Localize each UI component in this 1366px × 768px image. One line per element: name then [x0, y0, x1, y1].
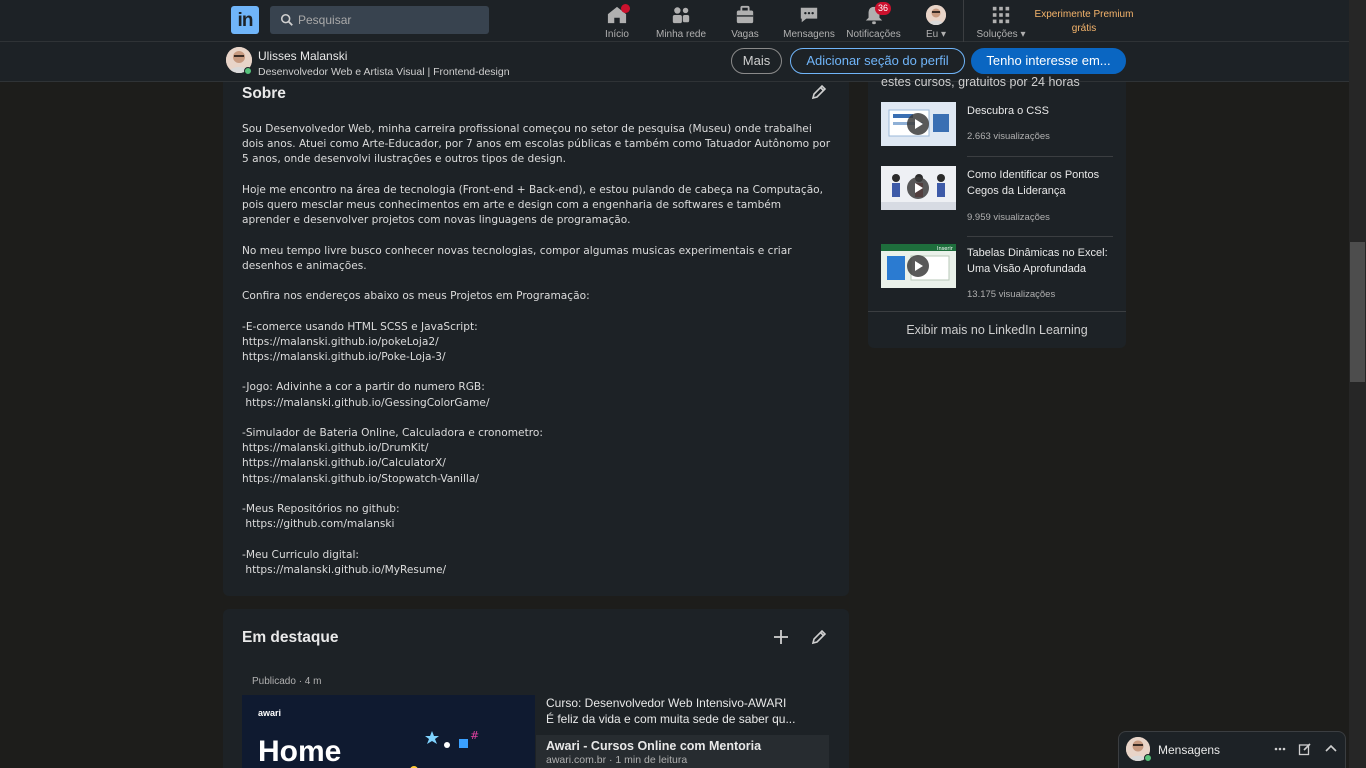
avatar [926, 5, 946, 25]
messaging-overlay[interactable]: Mensagens [1118, 731, 1346, 768]
open-to-button[interactable]: Tenho interesse em... [971, 48, 1126, 74]
course-title: Descubra o CSS [967, 105, 1049, 117]
link-title: Awari - Cursos Online com Mentoria [546, 739, 762, 753]
about-section: Sobre Sou Desenvolvedor Web, minha carre… [223, 82, 849, 596]
nav-label: Notificações [846, 29, 901, 40]
link-meta: awari.com.br · 1 min de leitura [546, 754, 688, 766]
messaging-label: Mensagens [1158, 743, 1221, 757]
nav-label: Início [605, 29, 629, 40]
play-icon [907, 177, 929, 199]
more-button[interactable]: Mais [731, 48, 782, 74]
nav-me[interactable]: Eu ▾ [918, 3, 954, 41]
briefcase-icon [736, 5, 754, 24]
chevron-down-icon: ▾ [940, 29, 947, 40]
section-title: Em destaque [242, 629, 339, 646]
course-title: Tabelas Dinâmicas no Excel: Uma Visão Ap… [967, 247, 1108, 275]
more-options-icon[interactable] [1273, 742, 1287, 756]
course-title: Como Identificar os Pontos Cegos da Lide… [967, 169, 1100, 197]
online-status-indicator [1144, 754, 1152, 762]
play-icon [907, 113, 929, 135]
notification-dot [621, 4, 630, 13]
learning-header: estes cursos, gratuitos por 24 horas [881, 75, 1080, 89]
course-item[interactable]: Descubra o CSS 2.663 visualizações [881, 102, 1113, 162]
nav-jobs[interactable]: Vagas [726, 3, 764, 41]
nav-label: Mensagens [783, 29, 835, 40]
image-headline-text: Home [258, 735, 342, 768]
course-thumbnail [881, 102, 956, 146]
search-input[interactable] [298, 6, 483, 34]
divider [967, 156, 1113, 157]
featured-post-text[interactable]: Curso: Desenvolvedor Web Intensivo-AWARI… [546, 696, 828, 726]
page-scrollbar[interactable] [1349, 0, 1366, 768]
image-brand-text: awari [258, 708, 282, 718]
course-item[interactable]: Inserir Tabelas Dinâmicas no Excel: Uma … [881, 244, 1113, 306]
notification-count-badge: 36 [875, 2, 892, 15]
course-thumbnail [881, 166, 956, 210]
add-profile-section-button[interactable]: Adicionar seção do perfil [790, 48, 965, 74]
add-icon[interactable] [772, 628, 790, 646]
about-text: Sou Desenvolvedor Web, minha carreira pr… [242, 123, 831, 576]
top-navigation: in Início Minha rede Vagas Mensagens 36 … [0, 0, 1349, 42]
chevron-up-icon[interactable] [1324, 742, 1338, 756]
course-views: 2.663 visualizações [967, 131, 1050, 142]
play-icon [907, 255, 929, 277]
profile-sticky-bar: Ulisses Malanski Desenvolvedor Web e Art… [0, 42, 1349, 82]
nav-notifications[interactable]: 36 Notificações [845, 2, 902, 41]
nav-label: Soluções ▾ [973, 29, 1029, 40]
network-icon [672, 7, 690, 24]
course-item[interactable]: Como Identificar os Pontos Cegos da Lide… [881, 166, 1113, 238]
divider [967, 236, 1113, 237]
nav-solutions[interactable]: Soluções ▾ [973, 3, 1029, 41]
featured-image[interactable]: awari Home # [242, 695, 535, 768]
featured-link-preview[interactable]: Awari - Cursos Online com Mentoria awari… [536, 735, 829, 768]
featured-post-excerpt: É feliz da vida e com muita sede de sabe… [546, 712, 796, 726]
chevron-down-icon: ▾ [1020, 29, 1026, 40]
course-thumbnail: Inserir [881, 244, 956, 288]
section-title: Sobre [242, 85, 286, 102]
nav-network[interactable]: Minha rede [654, 3, 708, 41]
edit-pencil-icon[interactable] [810, 628, 828, 646]
course-views: 13.175 visualizações [967, 289, 1056, 300]
compose-icon[interactable] [1298, 742, 1312, 756]
premium-link[interactable]: Experimente Premium grátis [1033, 8, 1135, 36]
nav-label: Eu ▾ [918, 29, 954, 40]
search-box[interactable] [270, 6, 489, 34]
nav-label: Vagas [731, 29, 759, 40]
nav-divider [963, 0, 964, 42]
featured-section: Em destaque Publicado · 4 m awari Home #… [223, 609, 849, 768]
nav-messages[interactable]: Mensagens [782, 3, 836, 41]
grid-icon [992, 6, 1010, 24]
online-status-indicator [244, 67, 252, 75]
nav-label: Minha rede [655, 29, 707, 40]
scrollbar-thumb[interactable] [1350, 242, 1365, 382]
featured-meta: Publicado · 4 m [252, 676, 322, 687]
edit-pencil-icon[interactable] [810, 83, 828, 101]
linkedin-logo[interactable]: in [231, 6, 259, 34]
show-more-learning-link[interactable]: Exibir mais no LinkedIn Learning [868, 311, 1126, 348]
featured-post-title: Curso: Desenvolvedor Web Intensivo-AWARI [546, 696, 787, 710]
decorative-shapes-icon: # [410, 729, 479, 768]
profile-headline: Desenvolvedor Web e Artista Visual | Fro… [258, 66, 510, 78]
course-views: 9.959 visualizações [967, 212, 1050, 223]
learning-courses-card: estes cursos, gratuitos por 24 horas Des… [868, 75, 1126, 348]
profile-name: Ulisses Malanski [258, 49, 348, 63]
nav-home[interactable]: Início [596, 3, 638, 41]
chat-icon [800, 7, 818, 23]
me-label: Eu [925, 29, 939, 40]
search-icon [280, 13, 293, 26]
thumbnail-tag-text: Inserir [937, 246, 954, 252]
solutions-label: Soluções [976, 29, 1018, 40]
svg-text:#: # [470, 729, 479, 742]
